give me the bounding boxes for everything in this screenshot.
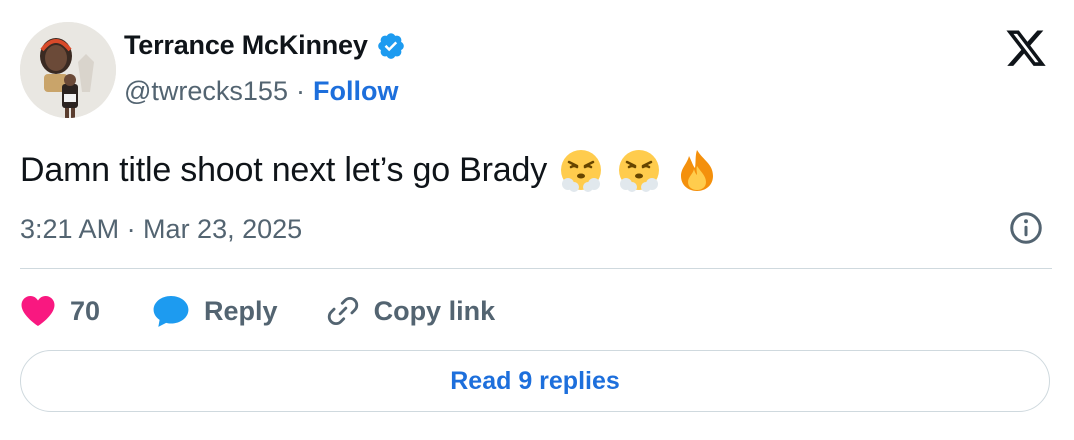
like-button[interactable]: 70 (20, 294, 100, 328)
author-handle-row: @twrecks155 · Follow (124, 76, 398, 107)
read-replies-label: Read 9 replies (450, 366, 620, 395)
like-count: 70 (70, 295, 101, 326)
divider (20, 268, 1052, 269)
reply-button[interactable]: Reply (152, 293, 278, 329)
heart-icon (20, 294, 56, 328)
separator-dot: · (295, 76, 305, 106)
tweet-embed-card: Terrance McKinney @twrecks155 · Follow D… (0, 0, 1074, 440)
fire-emoji (673, 146, 721, 194)
reply-label: Reply (204, 295, 278, 326)
action-bar: 70 Reply Copy link (20, 290, 495, 332)
read-replies-button[interactable]: Read 9 replies (20, 350, 1050, 412)
verified-badge-icon (376, 31, 406, 61)
reply-bubble-icon (152, 293, 190, 329)
copy-link-label: Copy link (373, 295, 496, 326)
face-with-steam-emoji (615, 146, 663, 194)
tweet-timestamp[interactable]: 3:21 AM · Mar 23, 2025 (20, 214, 302, 245)
author-display-name[interactable]: Terrance McKinney (124, 30, 368, 61)
tweet-text-row: Damn title shoot next let’s go Brady (20, 146, 721, 194)
link-icon (326, 294, 360, 328)
x-logo-icon[interactable] (1004, 30, 1048, 70)
tweet-text: Damn title shoot next let’s go Brady (20, 150, 548, 189)
copy-link-button[interactable]: Copy link (326, 294, 496, 328)
avatar[interactable] (20, 22, 116, 118)
author-name-row: Terrance McKinney (124, 30, 406, 61)
info-icon[interactable] (1008, 210, 1044, 246)
author-handle[interactable]: @twrecks155 (124, 76, 288, 107)
follow-button[interactable]: Follow (313, 76, 398, 107)
face-with-steam-emoji (557, 146, 605, 194)
